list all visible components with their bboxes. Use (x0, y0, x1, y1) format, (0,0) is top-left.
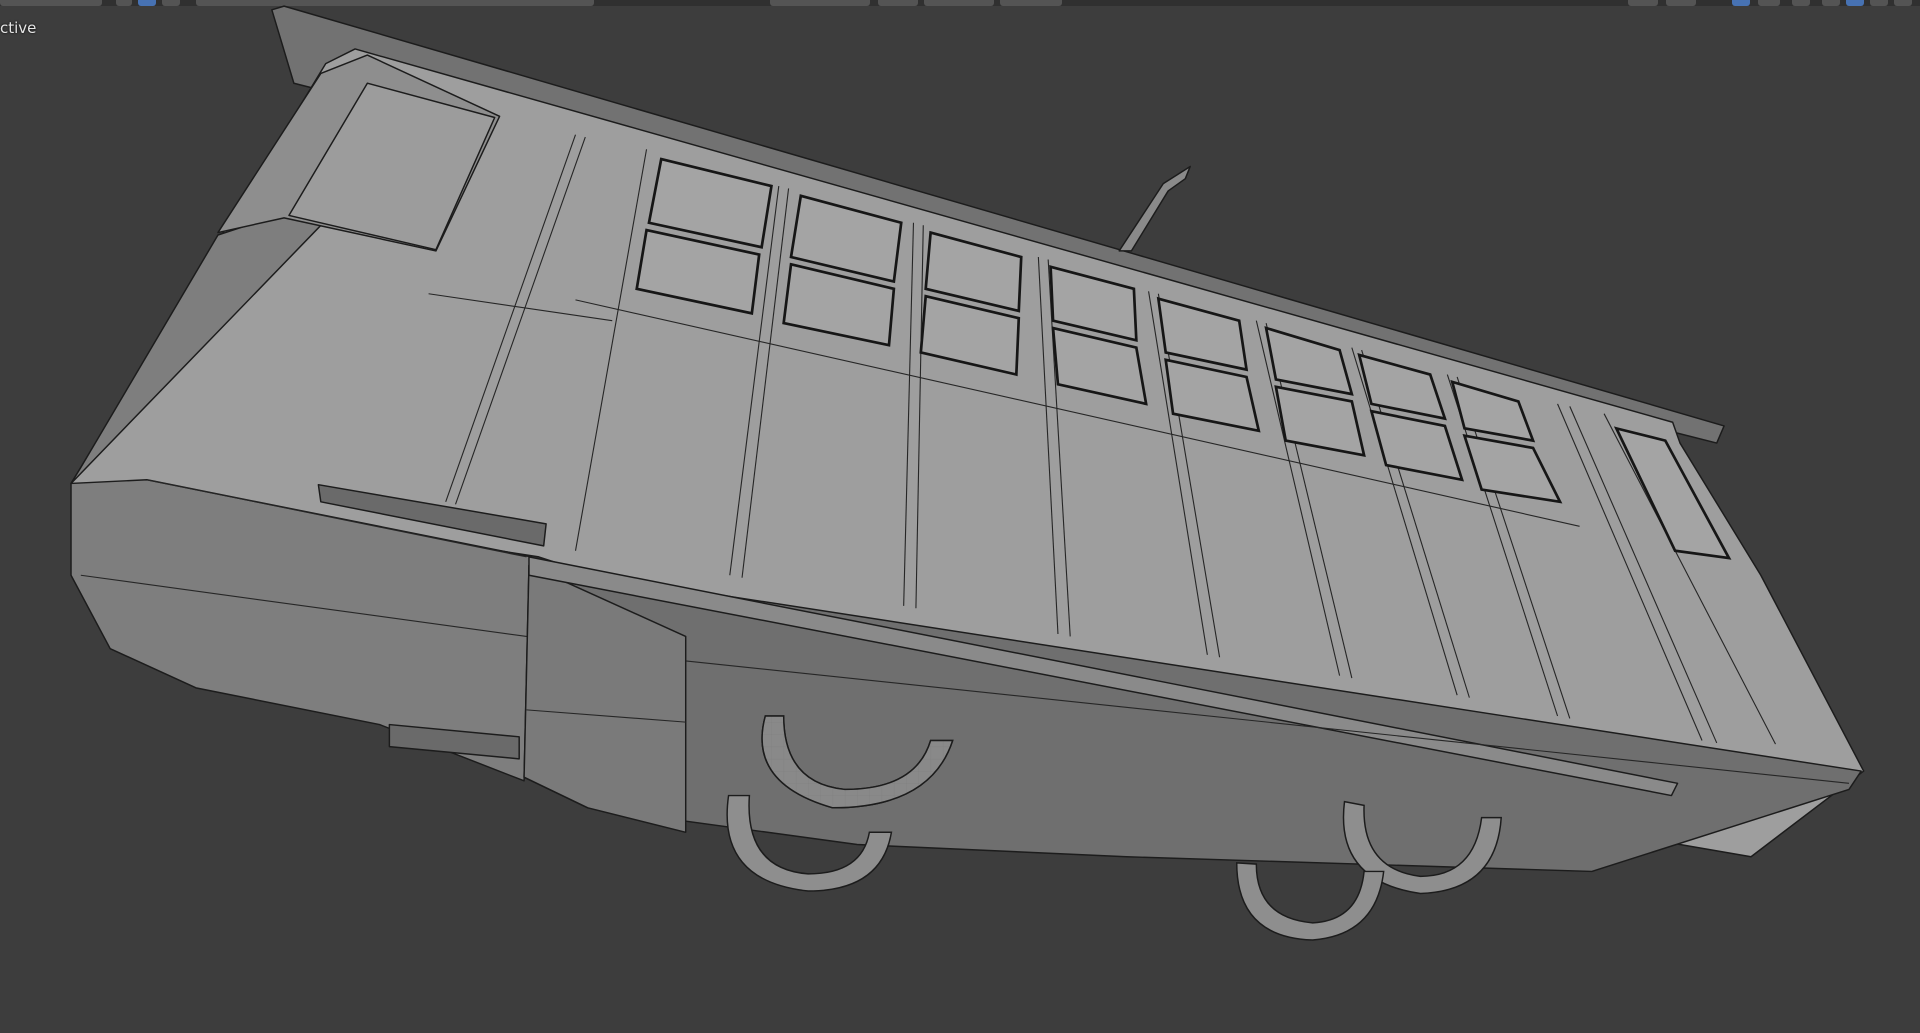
wheel-arch (1235, 862, 1385, 941)
trolley-pole (1118, 165, 1191, 252)
3d-viewport[interactable] (0, 0, 1920, 1033)
tram-mesh[interactable] (70, 5, 1865, 873)
